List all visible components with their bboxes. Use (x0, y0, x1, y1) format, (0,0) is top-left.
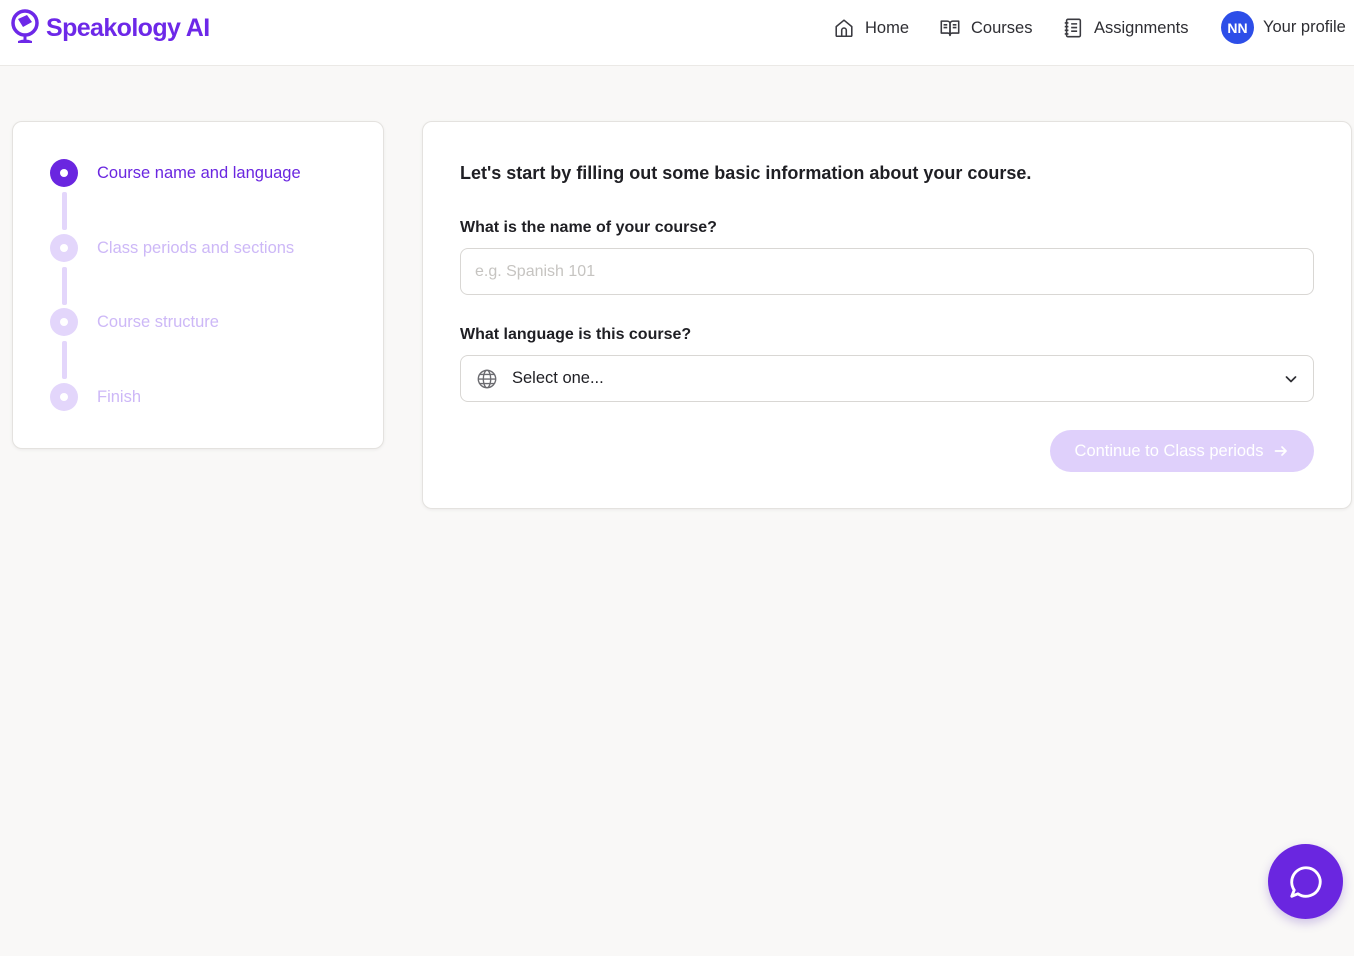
nav-home-label: Home (865, 18, 910, 37)
step-connector (62, 192, 67, 230)
step-label: Finish (97, 387, 142, 406)
continue-button-label: Continue to Class periods (1074, 441, 1264, 460)
step-label: Course structure (97, 312, 219, 331)
step-course-name-and-language[interactable]: Course name and language (50, 159, 301, 187)
language-label: What language is this course? (460, 326, 692, 343)
nav-assignments-label: Assignments (1094, 18, 1189, 37)
brand-name: Speakology AI (46, 13, 210, 42)
chat-bubble-icon (1289, 865, 1322, 898)
step-label: Class periods and sections (97, 238, 295, 257)
step-connector (62, 341, 67, 379)
step-finish: Finish (50, 383, 141, 411)
course-name-label: What is the name of your course? (460, 219, 717, 236)
nav-home[interactable]: Home (833, 14, 909, 42)
arrow-right-icon (1275, 446, 1288, 456)
nav-assignments[interactable]: Assignments (1062, 14, 1188, 42)
nav-profile-label: Your profile (1263, 18, 1346, 36)
chevron-down-icon (1285, 376, 1297, 383)
nav-profile[interactable]: NN Your profile (1221, 11, 1346, 44)
book-open-icon (940, 20, 960, 37)
step-indicator (50, 234, 78, 262)
chat-button[interactable] (1268, 844, 1343, 919)
step-course-structure: Course structure (50, 308, 219, 336)
step-indicator (50, 383, 78, 411)
language-select[interactable]: Select one... (460, 355, 1314, 402)
notebook-icon (1064, 18, 1082, 38)
step-indicator (50, 159, 78, 187)
language-select-value: Select one... (512, 369, 604, 387)
speakology-logo-icon (11, 9, 39, 43)
globe-icon (477, 369, 497, 388)
top-nav-bar: Speakology AI Home Courses Assignments N… (0, 0, 1354, 66)
setup-stepper: Course name and language Class periods a… (12, 121, 384, 449)
course-name-input[interactable] (460, 248, 1314, 295)
step-indicator (50, 308, 78, 336)
avatar: NN (1221, 11, 1254, 44)
nav-courses[interactable]: Courses (939, 14, 1032, 42)
nav-courses-label: Courses (971, 18, 1033, 37)
continue-button[interactable]: Continue to Class periods (1050, 430, 1314, 472)
form-intro: Let's start by filling out some basic in… (460, 163, 1032, 183)
step-connector (62, 267, 67, 305)
home-icon (835, 19, 853, 38)
brand-logo[interactable]: Speakology AI (10, 9, 210, 47)
step-class-periods-and-sections: Class periods and sections (50, 234, 294, 262)
course-info-form: Let's start by filling out some basic in… (422, 121, 1352, 509)
step-label: Course name and language (97, 163, 301, 182)
